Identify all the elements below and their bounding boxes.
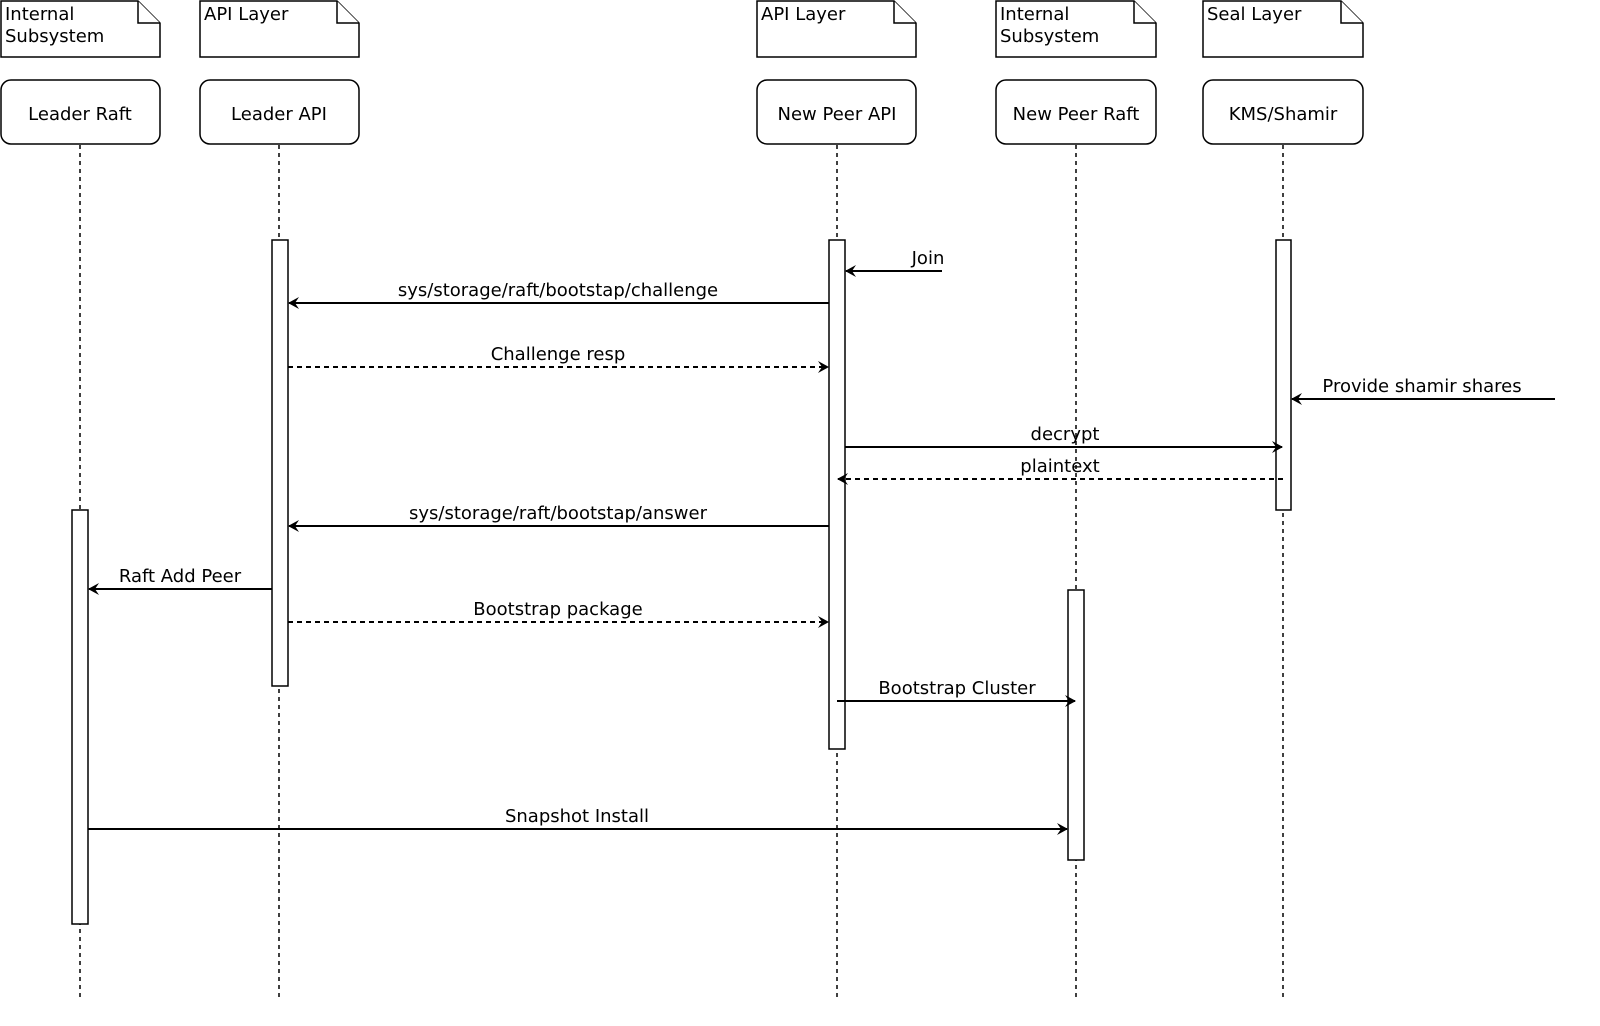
- message-decrypt: decrypt: [845, 424, 1283, 453]
- svg-text:Raft Add Peer: Raft Add Peer: [119, 566, 242, 587]
- svg-text:decrypt: decrypt: [1031, 424, 1100, 445]
- message-snapshot-install: Snapshot Install: [88, 806, 1068, 835]
- message-plaintext: plaintext: [837, 456, 1283, 485]
- message-challenge: sys/storage/raft/bootstap/challenge: [288, 280, 829, 309]
- message-answer: sys/storage/raft/bootstap/answer: [288, 503, 829, 532]
- svg-text:Subsystem: Subsystem: [5, 26, 104, 47]
- activation-kms-shamir: [1275, 239, 1292, 511]
- svg-text:API Layer: API Layer: [761, 4, 846, 25]
- svg-text:Challenge resp: Challenge resp: [491, 344, 626, 365]
- message-join: Join: [845, 248, 945, 277]
- svg-text:Leader Raft: Leader Raft: [28, 104, 132, 125]
- svg-text:KMS/Shamir: KMS/Shamir: [1229, 104, 1338, 125]
- svg-text:sys/storage/raft/bootstap/chal: sys/storage/raft/bootstap/challenge: [398, 280, 718, 301]
- svg-text:Join: Join: [911, 248, 945, 269]
- svg-text:API Layer: API Layer: [204, 4, 289, 25]
- participant-leader-raft: Leader Raft: [0, 79, 161, 145]
- svg-text:Snapshot Install: Snapshot Install: [505, 806, 649, 827]
- svg-text:plaintext: plaintext: [1020, 456, 1099, 477]
- sequence-diagram: Internal Subsystem API Layer API Layer I…: [0, 0, 1555, 1000]
- participant-kms-shamir: KMS/Shamir: [1202, 79, 1364, 145]
- svg-text:sys/storage/raft/bootstap/answ: sys/storage/raft/bootstap/answer: [409, 503, 708, 524]
- activation-leader-api: [271, 239, 289, 687]
- message-raft-add-peer: Raft Add Peer: [88, 566, 272, 595]
- participant-new-peer-api: New Peer API: [756, 79, 917, 145]
- svg-text:Bootstrap Cluster: Bootstrap Cluster: [878, 678, 1036, 699]
- svg-text:Bootstrap package: Bootstrap package: [473, 599, 642, 620]
- activation-leader-raft: [71, 509, 89, 925]
- svg-text:Leader API: Leader API: [231, 104, 327, 125]
- svg-text:Subsystem: Subsystem: [1000, 26, 1099, 47]
- svg-text:Internal: Internal: [5, 4, 74, 25]
- activation-new-peer-raft: [1067, 589, 1085, 861]
- note-leader-raft: Internal Subsystem: [0, 0, 161, 58]
- svg-text:Internal: Internal: [1000, 4, 1069, 25]
- participant-new-peer-raft: New Peer Raft: [995, 79, 1157, 145]
- svg-text:Provide shamir shares: Provide shamir shares: [1322, 376, 1521, 397]
- note-leader-api: API Layer: [199, 0, 360, 58]
- svg-text:Seal Layer: Seal Layer: [1207, 4, 1302, 25]
- svg-text:New Peer Raft: New Peer Raft: [1013, 104, 1140, 125]
- note-kms-shamir: Seal Layer: [1202, 0, 1364, 58]
- participant-leader-api: Leader API: [199, 79, 360, 145]
- message-bootstrap-cluster: Bootstrap Cluster: [837, 678, 1076, 707]
- message-challenge-resp: Challenge resp: [288, 344, 829, 373]
- note-new-peer-raft: Internal Subsystem: [995, 0, 1157, 58]
- note-new-peer-api: API Layer: [756, 0, 917, 58]
- svg-text:New Peer API: New Peer API: [778, 104, 897, 125]
- activation-new-peer-api: [828, 239, 846, 750]
- message-provide-shamir-shares: Provide shamir shares: [1291, 376, 1555, 405]
- message-bootstrap-package: Bootstrap package: [288, 599, 829, 628]
